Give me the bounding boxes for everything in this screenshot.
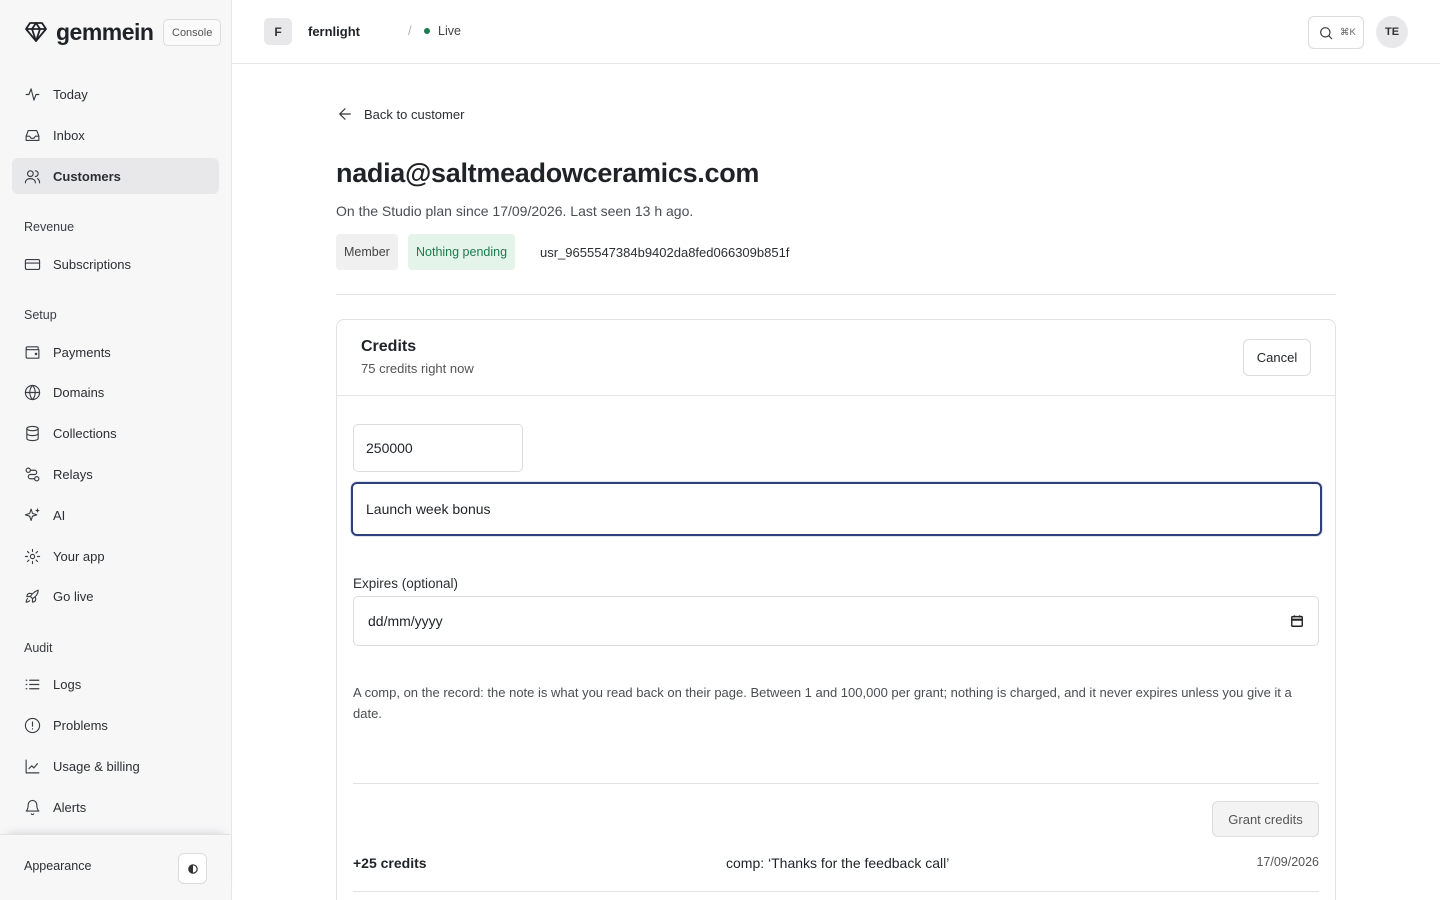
org-avatar[interactable]: F [264,18,292,45]
sidebar-footer: Appearance [0,834,231,900]
sidebar-item-label: Customers [53,168,121,184]
sidebar-item-domains[interactable]: Domains [12,374,219,410]
sidebar-item-subscriptions[interactable]: Subscriptions [12,246,219,282]
sparkles-icon [24,508,40,521]
credits-help-text: A comp, on the record: the note is what … [353,685,1292,721]
chart-icon [25,759,40,773]
sidebar-item-label: Payments [53,344,111,360]
credits-card: Credits 75 credits right now Cancel Expi… [336,319,1336,900]
sidebar-item-label: Collections [53,425,117,441]
credits-title: Credits [361,338,417,355]
sidebar-item-label: Inbox [53,127,85,143]
sidebar: gemmein Console Today Inbox Customers Re… [0,0,232,900]
credit-note-input[interactable] [351,482,1322,536]
environment-label[interactable]: Live [438,24,461,38]
rocket-icon [25,589,39,603]
role-badge: Member [336,234,398,270]
activity-icon [25,87,40,101]
sidebar-item-usage-billing[interactable]: Usage & billing [12,748,219,784]
sidebar-item-your-app[interactable]: Your app [12,538,219,574]
theme-toggle-button[interactable] [178,853,207,884]
sidebar-item-payments[interactable]: Payments [12,334,219,370]
wallet-icon [25,345,40,359]
form-divider [353,783,1319,784]
ledger-date: 17/09/2026 [1256,855,1319,869]
customer-summary: On the Studio plan since 17/09/2026. Las… [336,203,694,219]
sidebar-item-label: Go live [53,588,94,604]
breadcrumb-separator: / [408,23,412,38]
date-placeholder: dd/mm/yyyy [368,613,443,629]
credit-amount-input[interactable] [353,424,523,472]
sidebar-item-alerts[interactable]: Alerts [12,789,219,825]
sidebar-item-relays[interactable]: Relays [12,456,219,492]
globe-icon [24,384,41,400]
sidebar-item-ai[interactable]: AI [12,497,219,533]
list-icon [25,679,40,689]
org-name[interactable]: fernlight [308,24,360,39]
cancel-button[interactable]: Cancel [1243,339,1311,376]
console-badge: Console [163,19,222,46]
sidebar-item-label: Logs [53,676,82,692]
ledger-amount: +25 credits [353,855,427,871]
sidebar-item-customers[interactable]: Customers [12,158,219,194]
back-link-label: Back to customer [364,106,465,122]
credits-balance: 75 credits right now [361,361,474,376]
alert-circle-icon [24,717,41,733]
route-icon [25,467,40,481]
status-badge: Nothing pending [408,234,516,270]
back-to-customer-link[interactable]: Back to customer [336,104,464,124]
bell-icon [25,799,40,815]
sidebar-item-collections[interactable]: Collections [12,415,219,451]
search-button[interactable]: ⌘K [1308,16,1364,49]
inbox-icon [25,129,40,141]
user-avatar[interactable]: TE [1376,16,1408,48]
database-icon [26,425,39,441]
user-id[interactable]: usr_9655547384b9402da8fed066309b851f [540,245,789,260]
ledger-note: comp: ‘Thanks for the feedback call’ [726,855,950,871]
sidebar-item-label: Alerts [53,799,87,815]
live-status-dot [424,28,430,34]
table-row: +25 credits comp: ‘Thanks for the feedba… [353,848,1319,892]
topbar: F fernlight / Live ⌘K TE [232,0,1440,64]
sidebar-item-label: AI [53,507,66,523]
sidebar-item-label: Relays [53,466,93,482]
credit-card-icon [24,258,41,270]
sidebar-item-logs[interactable]: Logs [12,666,219,702]
sidebar-item-label: Today [53,86,88,102]
page-title: nadia@saltmeadowceramics.com [336,158,760,188]
expires-label: Expires (optional) [353,576,459,591]
brand-name: gemmein [56,18,154,45]
expires-date-input[interactable]: dd/mm/yyyy [353,596,1319,646]
section-audit: Audit [24,641,53,655]
section-setup: Setup [24,308,57,322]
section-revenue: Revenue [24,220,75,234]
gear-icon [24,548,41,564]
contrast-icon [187,863,198,874]
search-shortcut: ⌘K [1340,27,1356,38]
gem-icon [25,22,47,42]
sidebar-item-inbox[interactable]: Inbox [12,117,219,153]
arrow-left-icon [339,108,351,120]
sidebar-item-today[interactable]: Today [12,76,219,112]
brand-logo[interactable]: gemmein [24,16,154,48]
sidebar-item-problems[interactable]: Problems [12,707,219,743]
section-divider [336,294,1336,295]
credits-card-header: Credits 75 credits right now Cancel [337,320,1335,396]
sidebar-item-label: Domains [53,384,105,400]
grant-credits-button[interactable]: Grant credits [1212,801,1319,837]
appearance-label: Appearance [24,859,92,873]
calendar-icon[interactable] [1290,614,1304,628]
sidebar-item-label: Your app [53,548,105,564]
users-icon [24,169,41,183]
sidebar-item-go-live[interactable]: Go live [12,578,219,614]
search-icon [1320,26,1333,39]
sidebar-item-label: Subscriptions [53,256,132,272]
sidebar-item-label: Problems [53,717,108,733]
sidebar-item-label: Usage & billing [53,758,140,774]
